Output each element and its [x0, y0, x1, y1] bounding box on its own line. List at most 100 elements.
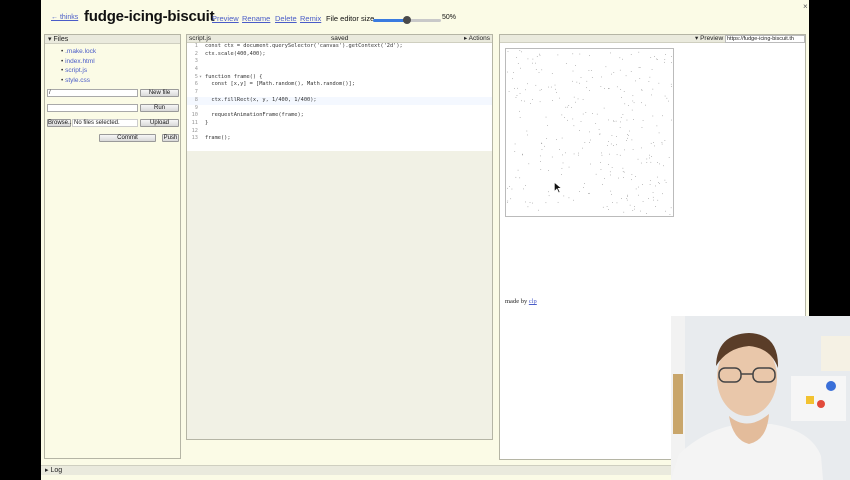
preview-toggle[interactable]: ▾ Preview [695, 35, 723, 43]
preview-link[interactable]: Preview [212, 14, 239, 23]
run-input[interactable] [47, 104, 138, 112]
canvas-dot [641, 89, 642, 91]
actions-toggle[interactable]: ▸ Actions [464, 35, 490, 43]
canvas-dot [565, 106, 567, 108]
code-line[interactable]: 9 [187, 105, 492, 113]
code-line[interactable]: 13 frame(); [187, 135, 492, 143]
canvas-dot [609, 171, 611, 173]
code-line[interactable]: 8 ctx.fillRect(x, y, 1/400, 1/400); [187, 96, 492, 105]
close-icon[interactable]: × [803, 2, 808, 11]
editor-size-slider[interactable] [373, 16, 441, 24]
line-number: 8 [194, 96, 198, 103]
canvas-dot [610, 174, 611, 176]
code-line[interactable]: 6 const [x,y] = [Math.random(), Math.ran… [187, 81, 492, 89]
canvas-dot [519, 177, 521, 179]
commit-button[interactable]: Commit [99, 134, 156, 142]
file-item-index-html[interactable]: index.html [61, 57, 180, 67]
canvas-dot [562, 154, 563, 156]
slider-thumb[interactable] [403, 16, 411, 24]
canvas-dot [567, 119, 568, 121]
canvas-dot [520, 67, 521, 69]
canvas-dot [539, 53, 540, 55]
canvas-dot [649, 157, 650, 159]
canvas-dot [622, 171, 624, 172]
canvas-dot [567, 106, 568, 108]
files-panel: ▾ Files .make.lock index.html script.js … [44, 34, 181, 459]
canvas-dot [622, 114, 624, 115]
run-button[interactable]: Run [140, 104, 179, 112]
canvas-dot [612, 202, 613, 203]
canvas-dot [588, 193, 589, 194]
canvas-dot [623, 211, 625, 213]
canvas-dot [650, 142, 652, 144]
canvas-dot [516, 95, 518, 96]
canvas-dot [615, 120, 617, 122]
canvas-dot [652, 192, 654, 193]
file-item-make-lock[interactable]: .make.lock [61, 47, 180, 57]
remix-link[interactable]: Remix [300, 14, 321, 23]
canvas-dot [568, 105, 570, 106]
canvas-dot [641, 102, 642, 104]
made-by-footer: made by clp [505, 298, 537, 305]
canvas-dot [604, 88, 605, 89]
canvas-dot [662, 193, 663, 195]
canvas-dot [557, 201, 559, 203]
push-button[interactable]: Push [162, 134, 179, 142]
fold-marker-icon[interactable]: ▾ [199, 74, 202, 82]
canvas-dot [635, 80, 636, 82]
new-file-button[interactable]: New file [140, 89, 179, 97]
canvas-dot [650, 161, 652, 163]
canvas-dot [539, 155, 541, 157]
editor-empty-area[interactable] [187, 151, 492, 439]
canvas-dot [507, 187, 508, 189]
upload-button[interactable]: Upload [140, 119, 179, 127]
canvas-dot [611, 167, 613, 168]
canvas-dot [548, 86, 549, 88]
canvas-dot [653, 142, 654, 143]
preview-url[interactable]: https://fudge-icing-biscuit.th [725, 35, 805, 43]
canvas-dot [611, 73, 612, 75]
canvas-dot [536, 56, 538, 58]
file-item-style-css[interactable]: style.css [61, 76, 180, 86]
canvas-dot [651, 94, 652, 96]
code-editor[interactable]: 1 const ctx = document.querySelector('can… [187, 43, 492, 143]
back-link[interactable]: ← thinks [51, 14, 78, 21]
canvas-dot [511, 188, 513, 190]
canvas-dot [559, 97, 560, 99]
code-line[interactable]: 4 [187, 66, 492, 74]
canvas-dot [529, 202, 531, 203]
code-line[interactable]: 1 const ctx = document.querySelector('can… [187, 43, 492, 51]
canvas-dot [584, 142, 586, 143]
browse-button[interactable]: Browse... [47, 119, 73, 127]
canvas-dot [671, 86, 673, 87]
author-link[interactable]: clp [529, 298, 537, 305]
code-line[interactable]: 11} [187, 120, 492, 128]
canvas-dot [631, 109, 633, 111]
canvas-dot [630, 54, 632, 55]
canvas-dot [656, 59, 658, 60]
canvas-dot [650, 57, 652, 58]
delete-link[interactable]: Delete [275, 14, 297, 23]
code-line[interactable]: 3 [187, 58, 492, 66]
canvas-dot [631, 174, 633, 175]
canvas-dot [649, 184, 651, 185]
preview-canvas[interactable] [505, 48, 674, 217]
code-line[interactable]: 7 [187, 89, 492, 97]
canvas-dot [578, 152, 579, 154]
files-header[interactable]: ▾ Files [45, 35, 180, 44]
canvas-dot [508, 90, 510, 92]
canvas-dot [613, 145, 614, 146]
new-file-path-input[interactable]: / [47, 89, 138, 97]
canvas-dot [557, 54, 559, 56]
code-line[interactable]: 2 ctx.scale(400,400); [187, 51, 492, 59]
file-item-script-js[interactable]: script.js [61, 66, 180, 76]
code-line[interactable]: 12 [187, 128, 492, 136]
canvas-dot [668, 157, 670, 158]
canvas-dot [585, 112, 587, 113]
canvas-dot [632, 149, 634, 150]
code-line[interactable]: 5 ▾ function frame() { [187, 74, 492, 82]
canvas-dot [627, 194, 628, 196]
rename-link[interactable]: Rename [242, 14, 270, 23]
canvas-dot [652, 88, 654, 90]
code-line[interactable]: 10 requestAnimationFrame(frame); [187, 112, 492, 120]
